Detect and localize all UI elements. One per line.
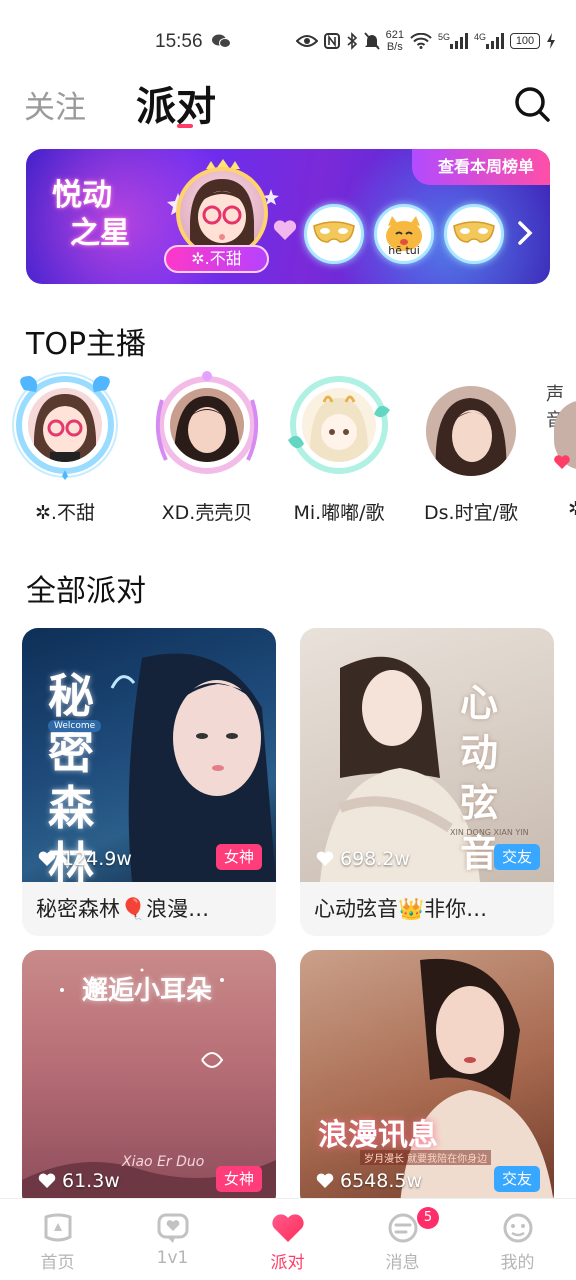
weekly-rank-link[interactable]: 查看本周榜单 [411, 149, 550, 185]
view-count: 124.9w [38, 848, 132, 870]
banner-title: 悦动 之星 [52, 178, 130, 251]
tab-party[interactable]: 派对 [136, 74, 216, 132]
profile-icon [503, 1213, 533, 1243]
nav-1v1[interactable]: 1v1 [115, 1199, 230, 1280]
charging-icon [547, 33, 555, 49]
category-tag: 女神 [215, 844, 262, 870]
status-icons: 621 B/s 5G 4G 100 [295, 29, 556, 53]
anchor-name: Ds.时宜/歌 [424, 502, 518, 524]
anchor-avatar [426, 386, 516, 476]
party-card[interactable]: 浪漫讯息 岁月漫长 就要我陪在你身边 6548.5w 交友 [300, 950, 554, 1210]
status-bar: 15:56 621 B/s 5G 4G 100 [0, 0, 576, 64]
chevron-right-icon[interactable] [514, 219, 536, 247]
rank-avatar-3[interactable]: hē tui [374, 204, 434, 264]
anchor-name: Mi.嘟嘟/歌 [293, 502, 385, 524]
top-header: 关注 派对 [0, 70, 576, 140]
anchor-avatar [170, 388, 244, 462]
cover-title: 浪漫讯息 [318, 1118, 438, 1153]
tab-follow[interactable]: 关注 [24, 82, 86, 127]
mute-icon [363, 32, 380, 50]
all-parties-title: 全部派对 [26, 574, 146, 609]
girl-avatar-icon [190, 179, 254, 255]
girl-glasses-avatar-icon [34, 394, 96, 462]
anchor-item[interactable]: 声音 ✲ [538, 370, 576, 530]
anchor-name: ✲.不甜 [35, 502, 95, 524]
nav-messages[interactable]: 5 消息 [345, 1199, 460, 1280]
party-card[interactable]: 邂逅小耳朵 Xiao Er Duo 61.3w 女神 [22, 950, 276, 1210]
party-cover: 心动弦音 XIN DONG XIAN YIN 698.2w 交友 [300, 628, 554, 882]
heart-deco-icon [273, 220, 297, 240]
cover-subtitle: Welcome [48, 720, 102, 732]
anchor-avatar [28, 388, 102, 462]
weekly-star-banner[interactable]: 悦动 之星 查看本周榜单 ✲.不甜 hē tui [26, 149, 550, 284]
signal-icon-1 [449, 33, 468, 49]
party-caption: 心动弦音👑非你… [314, 897, 488, 921]
net-label-5g: 5G [437, 32, 450, 42]
category-tag: 交友 [493, 844, 540, 870]
party-card[interactable]: 秘密森林 Welcome 124.9w 女神 秘密森林🎈浪漫… [22, 628, 276, 936]
wifi-icon [410, 33, 432, 49]
heart-icon [38, 1173, 56, 1188]
rank-avatar-4[interactable] [444, 204, 504, 264]
net-speed: 621 B/s [385, 29, 404, 53]
party-card[interactable]: 心动弦音 XIN DONG XIAN YIN 698.2w 交友 心动弦音👑非你… [300, 628, 554, 936]
anchor-item[interactable]: Ds.时宜/歌 [406, 370, 536, 530]
nav-party[interactable]: 派对 [230, 1199, 345, 1280]
message-icon [388, 1213, 418, 1243]
top-anchor-name: ✲.不甜 [164, 245, 269, 273]
view-count: 6548.5w [316, 1170, 422, 1192]
heart-icon [38, 851, 56, 866]
category-tag: 女神 [215, 1166, 262, 1192]
battery-icon: 100 [510, 33, 540, 49]
category-tag: 交友 [493, 1166, 540, 1192]
home-icon [44, 1213, 72, 1242]
mask-icon [453, 221, 495, 243]
signal-icon-2 [486, 33, 504, 49]
cover-subtitle: XIN DONG XIAN YIN [450, 828, 529, 837]
bluetooth-icon [347, 32, 357, 50]
status-time: 15:56 [155, 31, 203, 52]
unread-badge: 5 [417, 1207, 439, 1229]
wechat-icon [212, 34, 231, 48]
anchor-item[interactable]: XD.壳壳贝 [142, 370, 272, 530]
anchor-name: ✲ [568, 498, 576, 520]
eye-icon [295, 35, 318, 47]
rank-avatar-2[interactable] [304, 204, 364, 264]
party-cover: 邂逅小耳朵 Xiao Er Duo 61.3w 女神 [22, 950, 276, 1204]
nav-profile[interactable]: 我的 [460, 1199, 575, 1280]
anchor-item[interactable]: Mi.嘟嘟/歌 [274, 370, 404, 530]
anchor-name: XD.壳壳贝 [161, 502, 253, 524]
tab-active-indicator [177, 124, 193, 128]
girl-avatar-icon [170, 388, 244, 462]
bottom-navigation: 首页 1v1 派对 5 消息 我的 [0, 1198, 576, 1280]
party-caption: 秘密森林🎈浪漫… [36, 897, 210, 921]
cover-subtitle: 岁月漫长 就要我陪在你身边 [360, 1150, 492, 1165]
nfc-icon [323, 33, 340, 49]
heart-icon [554, 455, 570, 469]
heart-icon [316, 1173, 334, 1188]
cover-subtitle: Xiao Er Duo [122, 1154, 205, 1170]
chat-bubble-icon [157, 1213, 189, 1243]
anime-girl-avatar-icon [302, 388, 376, 462]
net-label-4g: 4G [473, 32, 486, 42]
nav-home[interactable]: 首页 [0, 1199, 115, 1280]
anchor-item[interactable]: ✲.不甜 [0, 370, 130, 530]
anchor-avatar [302, 388, 376, 462]
view-count: 61.3w [38, 1170, 120, 1192]
heart-icon [272, 1214, 304, 1242]
mask-icon [313, 221, 355, 243]
party-cover: 浪漫讯息 岁月漫长 就要我陪在你身边 6548.5w 交友 [300, 950, 554, 1204]
girl-avatar-icon [426, 386, 516, 476]
cover-title: 邂逅小耳朵 [82, 976, 213, 1006]
top-anchors-list: ✲.不甜 XD.壳壳贝 Mi.嘟嘟/歌 Ds.时宜/歌 声 ✲ [0, 370, 576, 530]
heart-icon [316, 851, 334, 866]
party-cover: 秘密森林 Welcome 124.9w 女神 [22, 628, 276, 882]
view-count: 698.2w [316, 848, 410, 870]
search-icon[interactable] [510, 82, 554, 126]
top-anchors-title: TOP主播 [26, 327, 147, 362]
